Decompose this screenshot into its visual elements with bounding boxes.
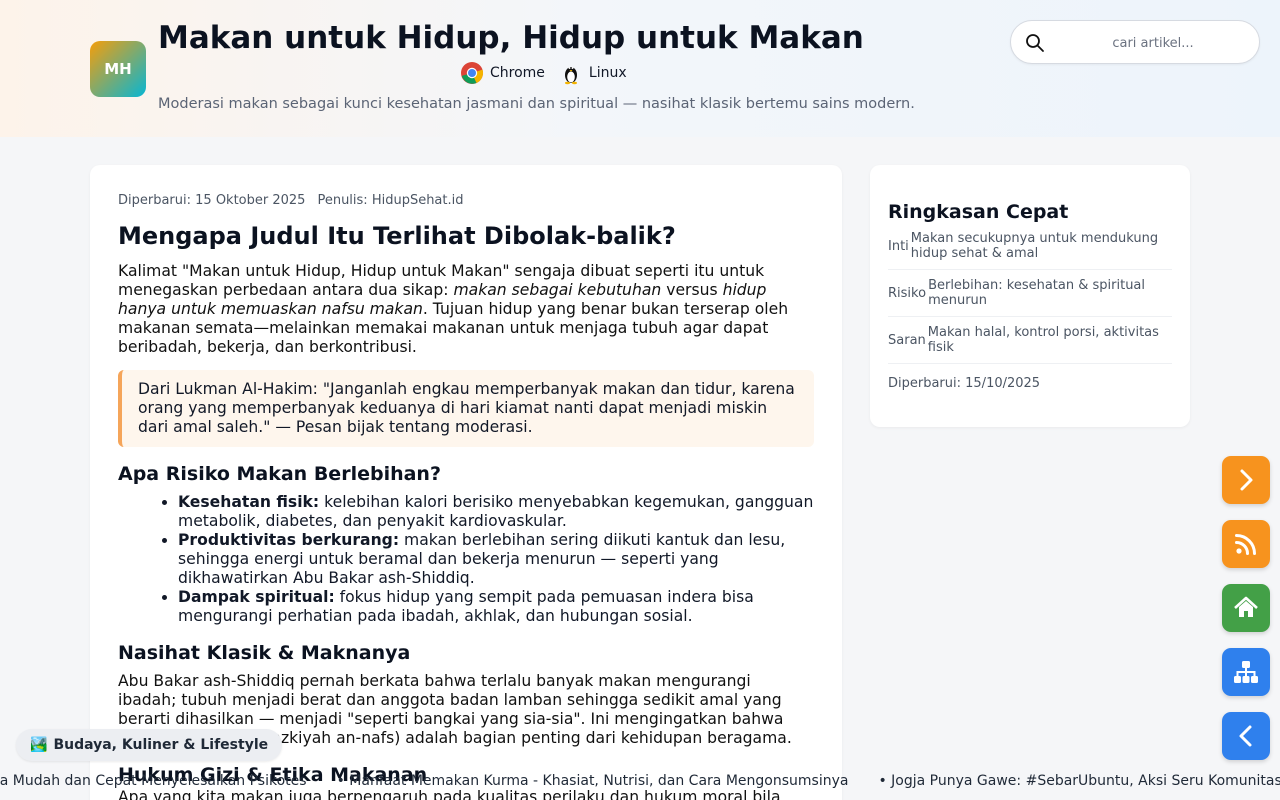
search-icon[interactable] <box>1025 33 1045 53</box>
home-button[interactable] <box>1222 584 1270 632</box>
summary-key: Inti <box>888 238 909 254</box>
summary-key: Saran <box>888 332 926 348</box>
env-linux-label: Linux <box>588 65 627 81</box>
rss-button[interactable] <box>1222 520 1270 568</box>
landscape-icon: 🏞️ <box>30 737 48 753</box>
search-box[interactable] <box>1010 20 1260 64</box>
news-ticker: ra Mudah dan Cepat Menyelesaikan Psikote… <box>0 773 1280 793</box>
article-quote: Dari Lukman Al-Hakim: "Janganlah engkau … <box>118 370 814 447</box>
summary-row-inti: Inti Makan secukupnya untuk mendukung hi… <box>888 223 1172 270</box>
env-chrome: Chrome <box>460 61 545 85</box>
list-item: Dampak spiritual: fokus hidup yang sempi… <box>178 588 814 626</box>
summary-value: Makan secukupnya untuk mendukung hidup s… <box>910 231 1159 261</box>
list-item: Kesehatan fisik: kelebihan kalori berisi… <box>178 493 814 531</box>
summary-card: Ringkasan Cepat Inti Makan secukupnya un… <box>870 165 1190 427</box>
chrome-icon <box>461 62 484 84</box>
back-button[interactable] <box>1222 712 1270 760</box>
article-meta: Diperbarui: 15 Oktober 2025 Penulis: Hid… <box>118 193 814 208</box>
next-button[interactable] <box>1222 456 1270 504</box>
category-label: Budaya, Kuliner & Lifestyle <box>53 737 269 753</box>
ticker-item[interactable]: ra Mudah dan Cepat Menyelesaikan Psikote… <box>0 773 307 793</box>
list-item: Produktivitas berkurang: makan berlebiha… <box>178 531 814 588</box>
sitemap-icon <box>1234 661 1258 683</box>
category-badge[interactable]: 🏞️ Budaya, Kuliner & Lifestyle <box>16 729 283 761</box>
env-chrome-label: Chrome <box>490 65 545 81</box>
ticker-item[interactable]: Manfaat Memakan Kurma - Khasiat, Nutrisi… <box>337 773 848 793</box>
env-linux: Linux <box>559 61 627 85</box>
advice-heading: Nasihat Klasik & Maknanya <box>118 642 411 664</box>
environment-badges: Chrome Linux <box>460 60 627 86</box>
linux-tux-icon <box>564 67 577 85</box>
site-title: Makan untuk Hidup, Hidup untuk Makan <box>158 20 864 56</box>
search-input[interactable] <box>1055 29 1251 57</box>
risk-list: Kesehatan fisik: kelebihan kalori berisi… <box>118 493 814 626</box>
home-icon <box>1234 596 1258 617</box>
summary-updated: Diperbarui: 15/10/2025 <box>888 376 1041 391</box>
article-author: Penulis: HidupSehat.id <box>317 193 464 208</box>
risk-heading: Apa Risiko Makan Berlebihan? <box>118 463 441 485</box>
summary-value: Makan halal, kontrol porsi, aktivitas fi… <box>927 325 1159 355</box>
site-tagline: Moderasi makan sebagai kunci kesehatan j… <box>158 96 915 112</box>
summary-row-risiko: Risiko Berlebihan: kesehatan & spiritual… <box>888 270 1172 317</box>
article-card: Diperbarui: 15 Oktober 2025 Penulis: Hid… <box>90 165 842 800</box>
summary-title: Ringkasan Cepat <box>888 201 1069 223</box>
rss-icon <box>1235 534 1256 555</box>
article-updated: Diperbarui: 15 Oktober 2025 <box>118 193 306 208</box>
site-logo[interactable]: MH <box>90 41 146 97</box>
sitemap-button[interactable] <box>1222 648 1270 696</box>
ticker-item[interactable]: Jogja Punya Gawe: #SebarUbuntu, Aksi Ser… <box>878 773 1280 793</box>
summary-value: Berlebihan: kesehatan & spiritual menuru… <box>928 278 1146 308</box>
article-heading: Mengapa Judul Itu Terlihat Dibolak-balik… <box>118 222 676 250</box>
summary-key: Risiko <box>888 285 927 301</box>
site-header: MH Makan untuk Hidup, Hidup untuk Makan … <box>0 0 1280 137</box>
chevron-right-icon <box>1240 469 1253 491</box>
chevron-left-icon <box>1239 725 1252 747</box>
article-intro: Kalimat "Makan untuk Hidup, Hidup untuk … <box>118 262 789 356</box>
summary-row-saran: Saran Makan halal, kontrol porsi, aktivi… <box>888 317 1172 364</box>
